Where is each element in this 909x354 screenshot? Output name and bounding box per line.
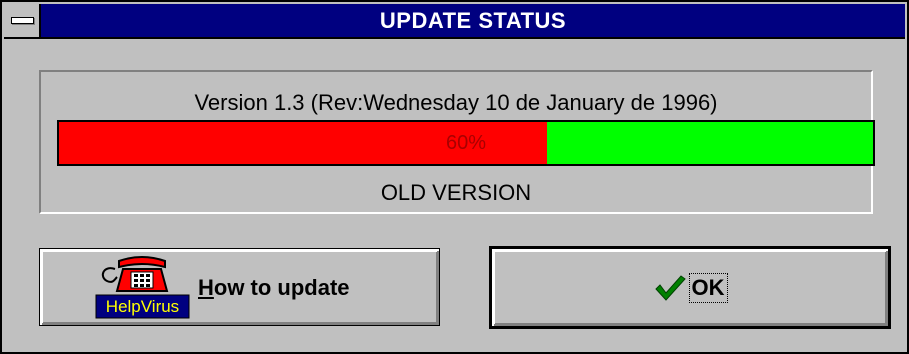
system-menu-button[interactable] bbox=[4, 4, 41, 37]
checkmark-icon bbox=[654, 274, 686, 301]
update-status-dialog: UPDATE STATUS Version 1.3 (Rev:Wednesday… bbox=[0, 0, 909, 354]
ok-label: OK bbox=[688, 272, 728, 303]
how-to-update-label-rest: ow to update bbox=[213, 275, 350, 300]
version-status-text: OLD VERSION bbox=[380, 180, 532, 205]
mnemonic-h: H bbox=[198, 275, 214, 300]
ok-button[interactable]: OK bbox=[489, 246, 891, 329]
system-menu-icon bbox=[11, 17, 34, 24]
window-title: UPDATE STATUS bbox=[379, 8, 567, 33]
version-text: Version 1.3 (Rev:Wednesday 10 de January… bbox=[194, 90, 718, 115]
helpvirus-phone-icon: HelpVirus bbox=[95, 256, 190, 319]
version-progress-bar: 60% bbox=[57, 120, 875, 166]
progress-percent-label: 60% bbox=[445, 132, 487, 154]
how-to-update-label: How to update bbox=[198, 249, 350, 325]
how-to-update-button[interactable]: HelpVirus How to update bbox=[39, 248, 440, 326]
status-group-box: Version 1.3 (Rev:Wednesday 10 de January… bbox=[39, 70, 875, 214]
ok-button-content: OK bbox=[492, 249, 888, 326]
title-bar: UPDATE STATUS bbox=[4, 4, 905, 39]
helpvirus-logo-text: HelpVirus bbox=[106, 297, 179, 316]
